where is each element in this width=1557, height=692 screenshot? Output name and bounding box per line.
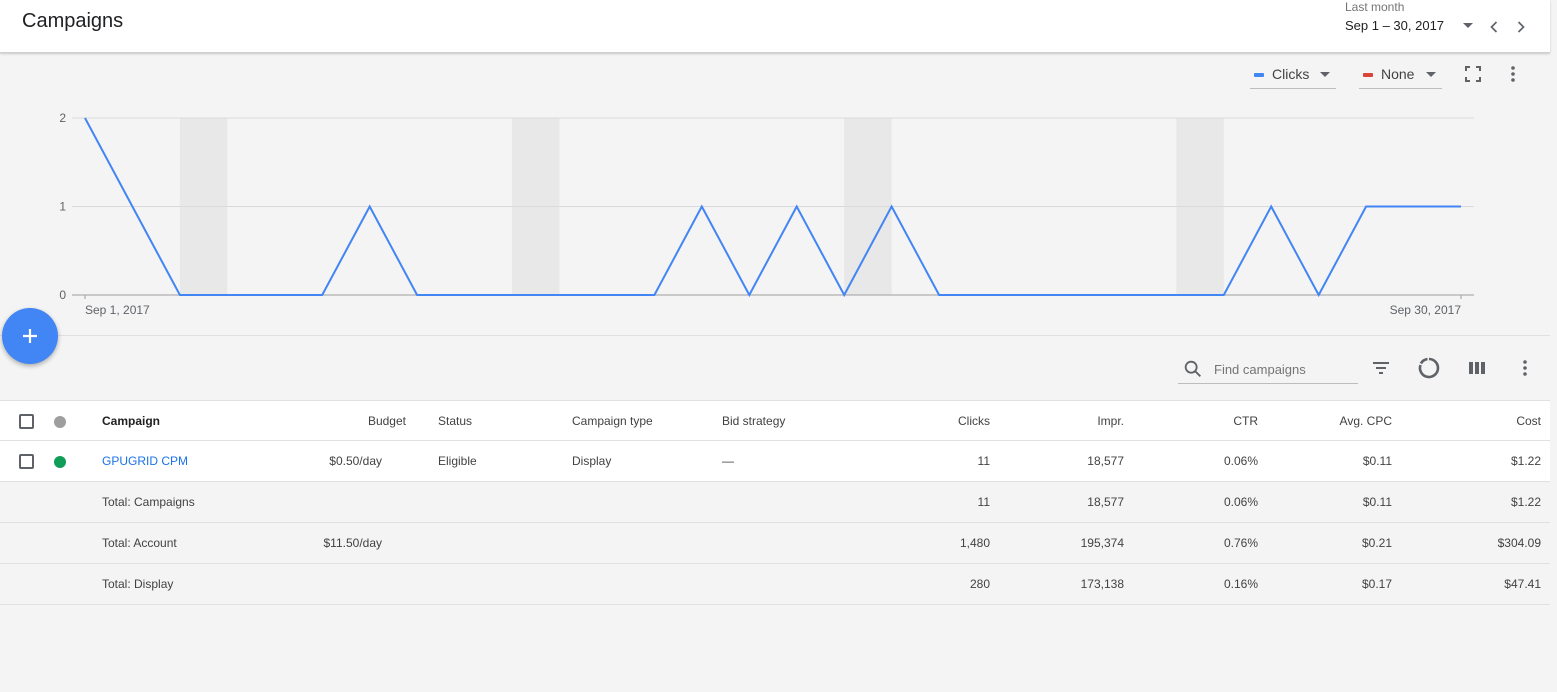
total-clicks: 1,480 bbox=[959, 536, 990, 550]
total-row-account: Total: Account $11.50/day 1,480 195,374 … bbox=[0, 523, 1550, 564]
column-header-campaign[interactable]: Campaign bbox=[102, 401, 160, 442]
table-row: GPUGRID CPM $0.50/day Eligible Display —… bbox=[0, 441, 1550, 482]
total-label: Total: Account bbox=[102, 536, 177, 550]
cell-ctr: 0.06% bbox=[1223, 454, 1258, 468]
cell-budget[interactable]: $0.50/day bbox=[282, 441, 382, 482]
cell-status: Eligible bbox=[438, 454, 477, 468]
total-budget bbox=[282, 482, 382, 523]
column-header-campaign-type[interactable]: Campaign type bbox=[572, 401, 653, 442]
cell-avg-cpc: $0.11 bbox=[1362, 454, 1392, 468]
column-header-ctr[interactable]: CTR bbox=[1158, 401, 1258, 442]
chart-divider bbox=[0, 335, 1550, 336]
column-header-clicks[interactable]: Clicks bbox=[890, 401, 990, 442]
total-ctr: 0.76% bbox=[1223, 536, 1258, 550]
filter-icon bbox=[1373, 362, 1389, 374]
cell-campaign-type: Display bbox=[572, 454, 612, 468]
total-row-campaigns: Total: Campaigns 11 18,577 0.06% $0.11 $… bbox=[0, 482, 1550, 523]
clicks-chart: 0 1 2 Sep 1, 2017 Sep 30, 2017 bbox=[59, 111, 1474, 317]
total-impr: 173,138 bbox=[1080, 577, 1124, 591]
search-input[interactable] bbox=[1214, 358, 1354, 380]
row-checkbox[interactable] bbox=[19, 454, 34, 469]
plus-icon bbox=[23, 329, 37, 343]
total-cost: $1.22 bbox=[1510, 495, 1541, 509]
column-header-avg-cpc[interactable]: Avg. CPC bbox=[1292, 401, 1392, 442]
total-budget: $11.50/day bbox=[323, 536, 383, 550]
total-ctr: 0.06% bbox=[1223, 495, 1258, 509]
total-cost: $304.09 bbox=[1497, 536, 1541, 550]
select-all-checkbox[interactable] bbox=[19, 414, 34, 429]
x-tick-label-end: Sep 30, 2017 bbox=[1390, 303, 1462, 317]
more-vert-icon bbox=[1523, 360, 1527, 376]
total-label: Total: Campaigns bbox=[102, 495, 195, 509]
column-header-bid-strategy[interactable]: Bid strategy bbox=[722, 401, 785, 442]
campaigns-table: Campaign Budget Status Campaign type Bid… bbox=[0, 400, 1550, 605]
add-campaign-button[interactable] bbox=[2, 308, 58, 364]
total-budget bbox=[282, 564, 382, 605]
y-tick-label: 2 bbox=[59, 111, 66, 125]
total-avg-cpc: $0.21 bbox=[1361, 536, 1392, 550]
segment-button[interactable] bbox=[1417, 356, 1441, 380]
y-tick-label: 1 bbox=[59, 200, 66, 214]
table-header-row: Campaign Budget Status Campaign type Bid… bbox=[0, 400, 1550, 441]
column-header-cost[interactable]: Cost bbox=[1441, 401, 1541, 442]
status-filter-dot[interactable] bbox=[54, 416, 66, 428]
total-cost: $47.41 bbox=[1504, 577, 1541, 591]
total-label: Total: Display bbox=[102, 577, 174, 591]
campaign-search[interactable] bbox=[1178, 354, 1358, 384]
columns-icon bbox=[1469, 362, 1485, 374]
filter-button[interactable] bbox=[1369, 356, 1393, 380]
cell-impr: 18,577 bbox=[1087, 454, 1124, 468]
column-header-status[interactable]: Status bbox=[438, 401, 472, 442]
segment-icon bbox=[1418, 357, 1440, 379]
search-icon bbox=[1184, 360, 1201, 377]
total-clicks: 280 bbox=[969, 577, 990, 591]
column-header-impr[interactable]: Impr. bbox=[1024, 401, 1124, 442]
total-avg-cpc: $0.11 bbox=[1362, 495, 1392, 509]
status-dot-enabled[interactable] bbox=[54, 456, 66, 468]
campaign-link[interactable]: GPUGRID CPM bbox=[102, 441, 188, 482]
x-tick-label-start: Sep 1, 2017 bbox=[85, 303, 150, 317]
columns-button[interactable] bbox=[1465, 356, 1489, 380]
cell-bid-strategy: — bbox=[722, 454, 734, 468]
total-impr: 195,374 bbox=[1080, 536, 1124, 550]
total-avg-cpc: $0.17 bbox=[1361, 577, 1392, 591]
total-row-display: Total: Display 280 173,138 0.16% $0.17 $… bbox=[0, 564, 1550, 605]
total-ctr: 0.16% bbox=[1223, 577, 1258, 591]
cell-cost: $1.22 bbox=[1510, 454, 1541, 468]
total-clicks: 11 bbox=[977, 495, 990, 509]
column-header-budget[interactable]: Budget bbox=[306, 401, 406, 442]
y-tick-label: 0 bbox=[59, 288, 66, 302]
cell-clicks: 11 bbox=[977, 454, 990, 468]
total-impr: 18,577 bbox=[1087, 495, 1124, 509]
table-more-button[interactable] bbox=[1513, 356, 1537, 380]
